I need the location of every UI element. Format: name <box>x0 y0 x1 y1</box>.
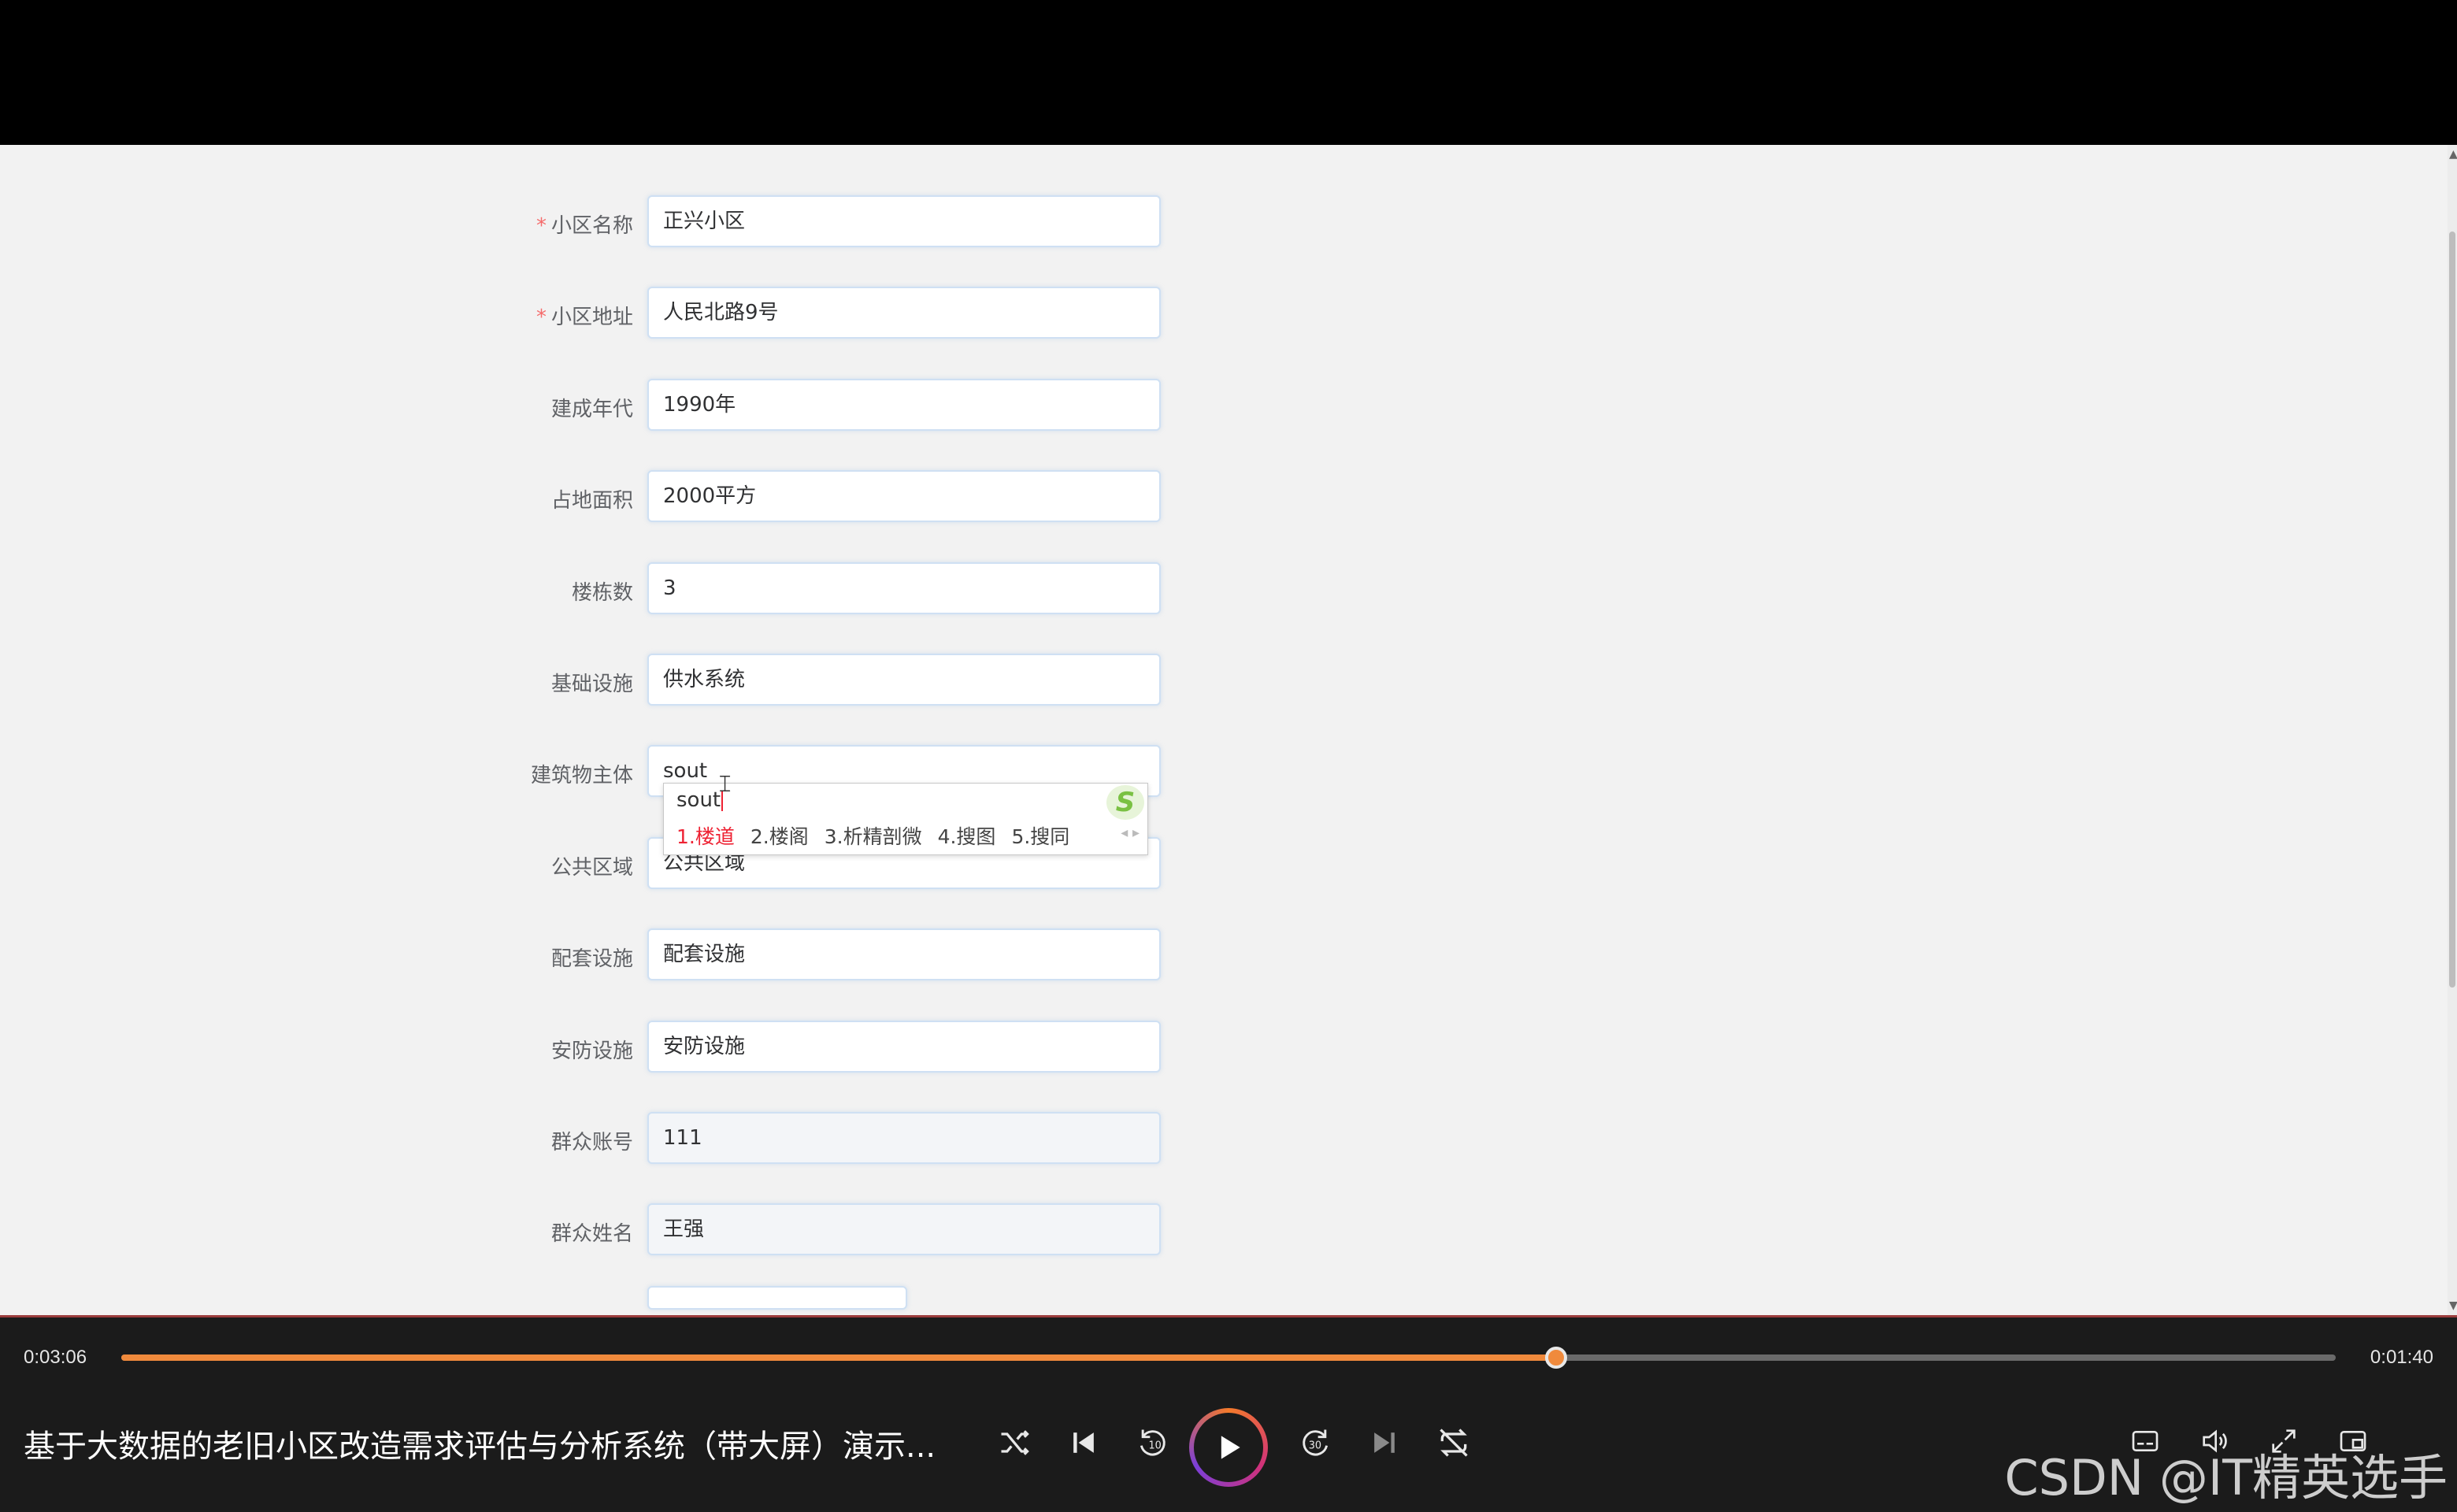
ime-pager-icon[interactable]: ◂ ▸ <box>1121 825 1140 841</box>
sogou-logo-icon: S <box>1106 785 1144 820</box>
form-label: 建筑物主体 <box>0 759 633 788</box>
form-label-text: 小区地址 <box>550 306 633 330</box>
form-label: 占地面积 <box>0 484 633 513</box>
letterbox-top <box>0 0 2457 145</box>
seek-bar[interactable] <box>121 1347 2336 1369</box>
current-time: 0:03:06 <box>24 1347 87 1368</box>
form-label-text: 占地面积 <box>550 489 633 513</box>
scrollbar[interactable]: ▲ ▼ <box>2448 145 2457 1315</box>
forward-30-icon[interactable]: 30 <box>1292 1419 1339 1466</box>
form-label: 群众账号 <box>0 1126 633 1155</box>
player-top-line <box>0 1315 2457 1317</box>
text-cursor-icon: 𝙸 <box>717 770 734 798</box>
form-label-text: 安防设施 <box>550 1039 633 1063</box>
form-label-text: 楼栋数 <box>571 580 633 605</box>
ime-candidate[interactable]: 1.楼道 <box>676 825 735 848</box>
play-button[interactable] <box>1189 1408 1268 1487</box>
form-input[interactable]: 3 <box>647 561 1161 614</box>
form-input[interactable]: 供水系统 <box>647 654 1161 706</box>
form-label: * 小区名称 <box>0 209 633 239</box>
scrollbar-thumb[interactable] <box>2449 232 2455 988</box>
ime-candidate-popup: sout S 1.楼道 2.楼阁 3.析精剖微 4.搜图 5.搜同 ◂ ▸ <box>663 783 1148 855</box>
svg-text:30: 30 <box>1309 1440 1321 1451</box>
ime-candidate[interactable]: 4.搜图 <box>938 825 996 848</box>
form-label-text: 建筑物主体 <box>530 764 633 788</box>
form-label: 建成年代 <box>0 393 633 422</box>
repeat-off-icon[interactable] <box>1430 1419 1477 1466</box>
form-input[interactable]: 1990年 <box>647 378 1161 431</box>
video-player-window: * 小区名称 正兴小区 * 小区地址 人民北路9号 建成年代 1990年 占地面积 2000平方楼… <box>0 0 2457 1512</box>
form-label-text: 建成年代 <box>550 397 633 421</box>
total-time: 0:01:40 <box>2370 1347 2433 1368</box>
form-input-partial[interactable] <box>647 1285 907 1310</box>
form-label-text: 公共区域 <box>550 855 633 880</box>
form-label: 基础设施 <box>0 668 633 697</box>
form-label-text: 基础设施 <box>550 673 633 696</box>
required-mark: * <box>536 306 547 330</box>
scroll-down-icon[interactable]: ▼ <box>2449 1299 2457 1312</box>
form-input[interactable]: 王强 <box>647 1203 1161 1256</box>
form-input[interactable]: 正兴小区 <box>647 195 1161 247</box>
previous-icon[interactable] <box>1060 1419 1107 1466</box>
ime-candidate[interactable]: 2.楼阁 <box>750 825 809 848</box>
form-input[interactable]: 人民北路9号 <box>647 287 1161 339</box>
play-icon <box>1194 1413 1263 1482</box>
scroll-up-icon[interactable]: ▲ <box>2449 148 2457 161</box>
form-input[interactable]: 配套设施 <box>647 928 1161 981</box>
form-input[interactable]: 安防设施 <box>647 1020 1161 1073</box>
form-label: 群众姓名 <box>0 1217 633 1247</box>
form-input[interactable]: 2000平方 <box>647 470 1161 523</box>
ime-candidate[interactable]: 5.搜同 <box>1011 825 1069 848</box>
form-label-text: 小区名称 <box>550 214 633 238</box>
video-frame: * 小区名称 正兴小区 * 小区地址 人民北路9号 建成年代 1990年 占地面积 2000平方楼… <box>0 145 2457 1315</box>
form-label: 楼栋数 <box>0 576 633 606</box>
rewind-10-icon[interactable]: 10 <box>1129 1419 1177 1466</box>
player-controls: 0:03:06 0:01:40 基于大数据的老旧小区改造需求评估与分析系统（带大… <box>0 1315 2457 1512</box>
form-label-text: 群众账号 <box>550 1131 633 1154</box>
form-label-text: 配套设施 <box>550 947 633 972</box>
shuffle-icon[interactable] <box>991 1419 1038 1466</box>
form-label-text: 群众姓名 <box>550 1222 633 1247</box>
form-label: 安防设施 <box>0 1035 633 1064</box>
svg-text:10: 10 <box>1149 1440 1162 1451</box>
form-label: 公共区域 <box>0 851 633 880</box>
csdn-watermark: CSDN @IT精英选手 <box>2004 1449 2448 1506</box>
form-input[interactable]: 111 <box>647 1112 1161 1164</box>
ime-candidate-list: 1.楼道 2.楼阁 3.析精剖微 4.搜图 5.搜同 <box>676 821 1085 850</box>
seek-bar-knob[interactable] <box>1545 1347 1568 1369</box>
seek-bar-fill <box>121 1354 1557 1361</box>
form-label: * 小区地址 <box>0 301 633 330</box>
required-mark: * <box>536 214 547 238</box>
ime-candidate[interactable]: 3.析精剖微 <box>825 825 922 848</box>
video-title: 基于大数据的老旧小区改造需求评估与分析系统（带大屏）演示... <box>24 1429 936 1465</box>
form-label: 配套设施 <box>0 943 633 972</box>
next-icon[interactable] <box>1361 1419 1408 1466</box>
